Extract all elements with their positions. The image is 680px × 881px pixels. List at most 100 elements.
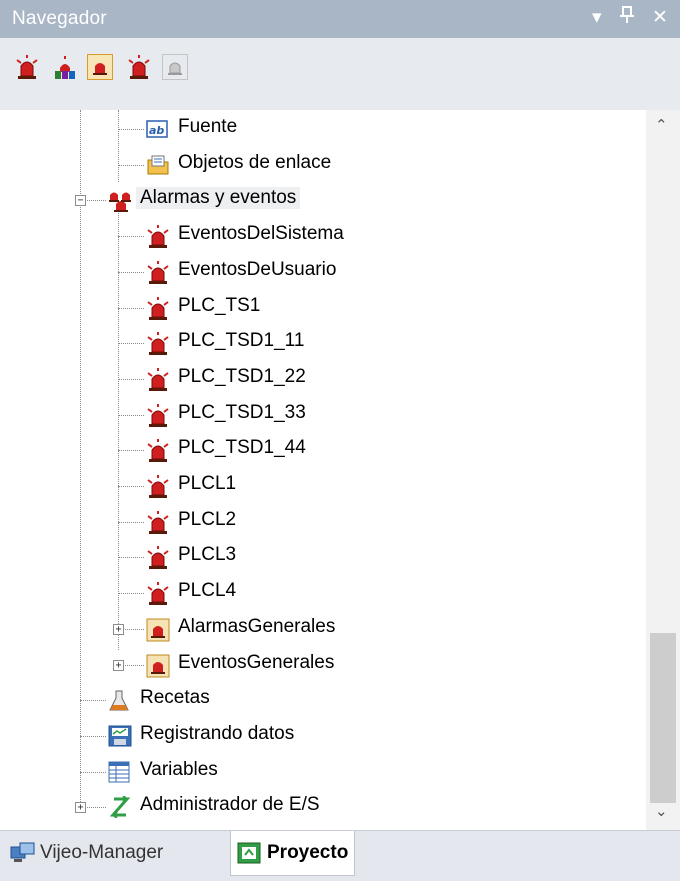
- io-manager-icon: [108, 795, 131, 820]
- tree-item[interactable]: PLC_TSD1_11: [0, 326, 646, 360]
- data-logging-icon: [108, 725, 132, 747]
- panel-tabs: Vijeo-Manager Proyecto: [0, 830, 680, 881]
- alarm-beacon-icon: [146, 582, 169, 606]
- tree-item[interactable]: EventosDeUsuario: [0, 255, 646, 289]
- scrollbar-thumb[interactable]: [650, 633, 676, 803]
- toolbar-alarm-button-2[interactable]: [126, 54, 152, 80]
- tree-connector: [80, 700, 106, 702]
- tree-item-label: EventosDelSistema: [178, 223, 344, 245]
- tree-item-label: PLC_TSD1_22: [178, 365, 306, 387]
- variables-table-icon: [108, 761, 130, 783]
- tree-connector: [118, 307, 144, 309]
- alarm-group-icon: [146, 654, 170, 677]
- tree-item[interactable]: PLC_TSD1_44: [0, 433, 646, 467]
- tree-connector: [118, 450, 144, 452]
- pin-icon[interactable]: [620, 6, 634, 29]
- alarm-toolbar: [0, 38, 680, 110]
- project-tree: ab Fuente Objetos de enlace − Alarmas y even…: [0, 110, 646, 830]
- tree-connector: [118, 343, 144, 345]
- tree-item[interactable]: ab Fuente: [0, 112, 646, 146]
- tree-item[interactable]: PLCL4: [0, 576, 646, 610]
- navigator-panel: Navegador ▾ ✕ ab Fuente Objetos de enlace −…: [0, 0, 680, 881]
- alarm-beacon-icon: [146, 510, 169, 534]
- tree-item[interactable]: Registrando datos: [0, 719, 646, 753]
- tree-item-label: PLCL2: [178, 508, 237, 530]
- tree-item-label: Objetos de enlace: [178, 151, 332, 173]
- tree-item[interactable]: PLCL3: [0, 540, 646, 574]
- link-objects-icon: [146, 154, 169, 176]
- tree-item[interactable]: EventosDelSistema: [0, 219, 646, 253]
- tab-label: Proyecto: [267, 842, 349, 863]
- tree-item-label: AlarmasGenerales: [178, 615, 336, 637]
- tree-item-label: Administrador de E/S: [140, 794, 320, 816]
- tree-item[interactable]: PLC_TSD1_33: [0, 398, 646, 432]
- tree-connector: [80, 771, 106, 773]
- alarm-beacon-icon: [146, 546, 169, 570]
- tab-label: Vijeo-Manager: [40, 842, 164, 863]
- tab-proyecto[interactable]: Proyecto: [230, 831, 356, 876]
- alarm-beacon-icon: [128, 55, 150, 79]
- alarm-beacon-icon: [16, 55, 38, 79]
- tree-item[interactable]: − Alarmas y eventos: [0, 183, 646, 217]
- tree-connector: [118, 593, 144, 595]
- scroll-down-icon[interactable]: ⌄: [655, 802, 668, 820]
- tree-connector: [118, 378, 144, 380]
- svg-text:ab: ab: [149, 124, 164, 137]
- tree-item-label: PLC_TS1: [178, 294, 261, 316]
- tree-connector: [118, 557, 144, 559]
- alarm-beacon-icon: [146, 475, 169, 498]
- toolbar-alarm-button-1[interactable]: [14, 54, 40, 80]
- alarms-events-icon: [108, 189, 131, 213]
- tree-item[interactable]: PLCL2: [0, 505, 646, 539]
- tree-item-label: PLC_TSD1_33: [178, 401, 306, 423]
- tree-item[interactable]: + AlarmasGenerales: [0, 612, 646, 646]
- alarm-beacon-icon: [146, 403, 169, 427]
- tree-item-label: PLCL3: [178, 544, 237, 566]
- alarm-colors-icon: [55, 56, 75, 79]
- tree-connector: [118, 129, 144, 130]
- tree-connector: [118, 486, 144, 487]
- tree-item[interactable]: PLCL1: [0, 469, 646, 503]
- tree-item[interactable]: PLC_TSD1_22: [0, 362, 646, 396]
- tree-item-label: Recetas: [140, 687, 210, 709]
- toolbar-alarm-disabled-button[interactable]: [162, 54, 188, 80]
- tree-connector: [118, 236, 144, 238]
- tree-connector: [118, 164, 144, 166]
- tree-item-label: PLCL1: [178, 473, 237, 494]
- toolbar-alarm-colors-button[interactable]: [52, 54, 78, 80]
- toolbar-alarm-group-button[interactable]: [87, 54, 113, 80]
- expand-icon[interactable]: +: [113, 659, 124, 671]
- tree-item[interactable]: + Administrador de E/S: [0, 790, 646, 824]
- close-icon[interactable]: ✕: [652, 6, 668, 29]
- tree-item-label: PLC_TSD1_11: [178, 330, 305, 352]
- tab-vijeo-manager[interactable]: Vijeo-Manager: [10, 831, 163, 875]
- tree-item[interactable]: Objetos de enlace: [0, 148, 646, 182]
- tree-item[interactable]: Variables: [0, 755, 646, 789]
- alarm-beacon-icon: [146, 225, 169, 249]
- alarm-group-icon: [93, 63, 107, 75]
- alarm-beacon-icon: [146, 367, 169, 391]
- tree-item[interactable]: Recetas: [0, 683, 646, 717]
- tree-item-label: PLCL4: [178, 580, 237, 602]
- tree-item-label: Registrando datos: [140, 722, 295, 744]
- project-icon: [237, 842, 261, 864]
- flask-icon: [108, 689, 130, 711]
- tree-item[interactable]: PLC_TS1: [0, 291, 646, 325]
- alarm-beacon-icon: [146, 260, 169, 284]
- alarm-beacon-icon: [146, 439, 169, 463]
- tree-scrollbar[interactable]: ⌃ ⌄: [646, 110, 680, 830]
- tree-item-label: PLC_TSD1_44: [178, 437, 306, 459]
- panel-title: Navegador: [12, 8, 107, 29]
- tree-item[interactable]: + EventosGenerales: [0, 648, 646, 682]
- expand-icon[interactable]: +: [113, 623, 124, 635]
- tree-connector: [118, 521, 144, 523]
- scroll-up-icon[interactable]: ⌃: [655, 116, 668, 134]
- tree-connector: [80, 735, 106, 737]
- collapse-icon[interactable]: −: [75, 195, 86, 207]
- panel-dropdown-icon[interactable]: ▾: [592, 6, 602, 29]
- panel-title-bar: Navegador ▾ ✕: [0, 0, 680, 38]
- tree-item-label: Fuente: [178, 116, 238, 137]
- vijeo-manager-icon: [10, 842, 35, 862]
- alarm-group-icon: [146, 618, 170, 642]
- expand-icon[interactable]: +: [75, 802, 86, 814]
